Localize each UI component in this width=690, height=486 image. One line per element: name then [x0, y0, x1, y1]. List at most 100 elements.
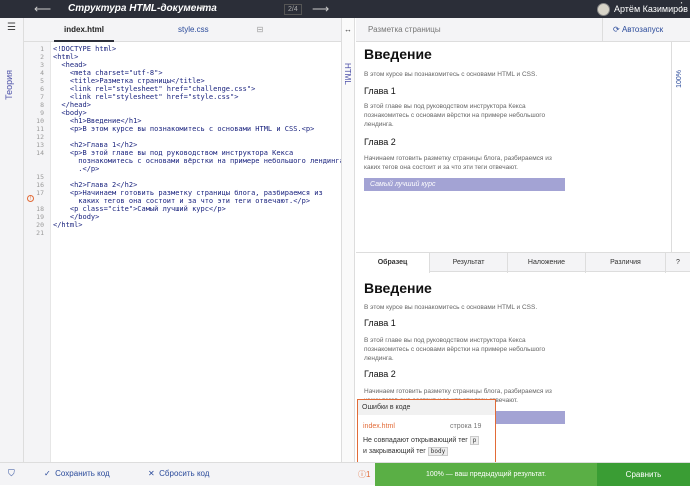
error-tag-open: p: [469, 436, 480, 445]
sample-h2b: Глава 2: [364, 369, 396, 379]
line-number: 20: [36, 221, 44, 229]
tab-result[interactable]: Результат: [430, 253, 508, 273]
error-count-value: 1: [366, 470, 371, 479]
code-line[interactable]: <head>: [53, 61, 86, 69]
line-number: 2: [40, 53, 44, 61]
code-line[interactable]: <p>В этом курсе вы познакомитесь с основ…: [53, 125, 314, 133]
compare-button[interactable]: Сравнить: [597, 463, 690, 486]
tab-label: index.html: [64, 25, 105, 34]
tab-label: style.css: [178, 25, 209, 34]
error-line: строка 19: [450, 423, 482, 430]
save-button[interactable]: ✓ Сохранить код: [44, 469, 110, 478]
result-status: 100% — ваш предыдущий результат.: [375, 463, 597, 486]
resize-arrows-icon[interactable]: ↔: [344, 25, 352, 34]
zoom-level[interactable]: 100%: [676, 70, 683, 88]
top-bar: ⟵ Структура HTML-документа ▾ ⟶ 2/4 Артём…: [0, 0, 690, 18]
preview-p2: В этой главе вы под руководством инструк…: [364, 103, 546, 128]
code-line[interactable]: каких тегов она состоит и за что эти тег…: [53, 197, 310, 205]
line-number: 13: [36, 141, 44, 149]
line-number: 15: [36, 173, 44, 181]
code-line[interactable]: <p class="cite">Самый лучший курс</p>: [53, 205, 226, 213]
avatar: [597, 2, 610, 16]
code-line[interactable]: <link rel="stylesheet" href="style.css">: [53, 93, 239, 101]
chevron-down-icon[interactable]: ▾: [200, 2, 205, 13]
cross-icon: ✕: [148, 469, 155, 478]
code-line[interactable]: </body>: [53, 213, 100, 221]
line-number: 17: [36, 189, 44, 197]
line-number: 6: [40, 85, 44, 93]
code-line[interactable]: <h2>Глава 1</h2>: [53, 141, 137, 149]
preview-title: Разметка страницы: [368, 25, 441, 34]
sample-h2a: Глава 1: [364, 318, 396, 328]
code-editor[interactable]: <!DOCTYPE html> <html> <head> <meta chars…: [53, 42, 344, 462]
code-line[interactable]: познакомитесь с основами вёрстки на прим…: [53, 157, 344, 165]
tab-diff[interactable]: Различия: [586, 253, 666, 273]
line-number: 3: [40, 61, 44, 69]
preview-header: Разметка страницы ⟳ Автозапуск: [356, 18, 690, 42]
code-line[interactable]: <p>Начинаем готовить разметку страницы б…: [53, 189, 323, 197]
sample-p2: В этой главе вы под руководством инструк…: [364, 337, 546, 362]
user-profile[interactable]: Артём Казимиров: [597, 1, 688, 17]
sample-h1: Введение: [364, 280, 432, 296]
error-popup-title: Ошибки в коде: [358, 400, 495, 415]
tab-style-css[interactable]: style.css ⊟: [168, 18, 273, 42]
back-arrow-icon[interactable]: ⟵: [34, 2, 51, 16]
code-line[interactable]: </head>: [53, 101, 91, 109]
sample-p1: В этом курсе вы познакомитесь с основами…: [364, 304, 538, 311]
step-counter: 2/4: [284, 4, 302, 15]
code-line[interactable]: <link rel="stylesheet" href="challenge.c…: [53, 85, 255, 93]
preview-h2a: Глава 1: [364, 86, 396, 96]
warning-icon: ⓘ: [358, 470, 366, 479]
code-line[interactable]: <body>: [53, 109, 86, 117]
error-tag-close: body: [427, 447, 449, 456]
zoom-strip: 100%: [671, 42, 690, 252]
hamburger-icon[interactable]: ☰: [7, 22, 16, 33]
error-marker-icon[interactable]: !: [27, 195, 34, 202]
compare-tabs: Образец Результат Наложение Различия ?: [356, 252, 690, 273]
tab-sample[interactable]: Образец: [356, 253, 430, 273]
line-number: 1: [40, 45, 44, 53]
code-line[interactable]: <h1>Введение</h1>: [53, 117, 142, 125]
line-number: 9: [40, 109, 44, 117]
help-button[interactable]: ?: [666, 253, 690, 273]
error-file-link[interactable]: index.html: [363, 423, 395, 430]
split-handle[interactable]: ↔ HTML: [341, 18, 355, 462]
autorun-button[interactable]: ⟳ Автозапуск: [602, 18, 690, 42]
code-line[interactable]: <p>В этой главе вы под руководством инст…: [53, 149, 293, 157]
editor-tabs: index.html style.css ⊟: [24, 18, 342, 42]
theory-panel: ☰ Теория: [0, 18, 24, 462]
line-number: 5: [40, 77, 44, 85]
error-text: Не совпадают открывающий тег: [363, 437, 468, 444]
html-side-label: HTML: [343, 63, 352, 85]
error-count[interactable]: ⓘ1: [358, 469, 370, 480]
line-number: 18: [36, 205, 44, 213]
refresh-icon: ⟳: [613, 25, 620, 34]
error-popup: Ошибки в коде index.html строка 19 Не со…: [357, 399, 496, 463]
collapse-icon[interactable]: ⊟: [257, 25, 264, 34]
menu-icon[interactable]: ⋮: [676, 0, 687, 13]
code-line[interactable]: .</p>: [53, 165, 99, 173]
code-line[interactable]: <h2>Глава 2</h2>: [53, 181, 137, 189]
line-number: 19: [36, 213, 44, 221]
tab-index-html[interactable]: index.html: [54, 18, 115, 42]
preview-h2b: Глава 2: [364, 137, 396, 147]
code-line[interactable]: <!DOCTYPE html>: [53, 45, 116, 53]
theory-tab[interactable]: Теория: [4, 70, 14, 100]
line-number: 12: [36, 133, 44, 141]
error-message: Не совпадают открывающий тег p и закрыва…: [363, 435, 493, 457]
line-number: 21: [36, 229, 44, 237]
line-gutter: ! 1 2 3 4 5 6 7 8 9 10 11 12 13 14 15 16 17 18 19 20 21: [24, 42, 51, 462]
code-line[interactable]: </html>: [53, 221, 83, 229]
code-line[interactable]: <title>Разметка страницы</title>: [53, 77, 205, 85]
line-number: 8: [40, 101, 44, 109]
lesson-title[interactable]: Структура HTML-документа: [68, 3, 217, 14]
reset-button[interactable]: ✕ Сбросить код: [148, 469, 209, 478]
line-number: 16: [36, 181, 44, 189]
preview-p1: В этом курсе вы познакомитесь с основами…: [364, 71, 538, 78]
code-line[interactable]: <html>: [53, 53, 78, 61]
forward-arrow-icon[interactable]: ⟶: [312, 2, 329, 16]
shield-icon[interactable]: ⛉: [8, 468, 15, 479]
tab-overlay[interactable]: Наложение: [508, 253, 586, 273]
autorun-label: Автозапуск: [621, 25, 664, 34]
code-line[interactable]: <meta charset="utf-8">: [53, 69, 163, 77]
